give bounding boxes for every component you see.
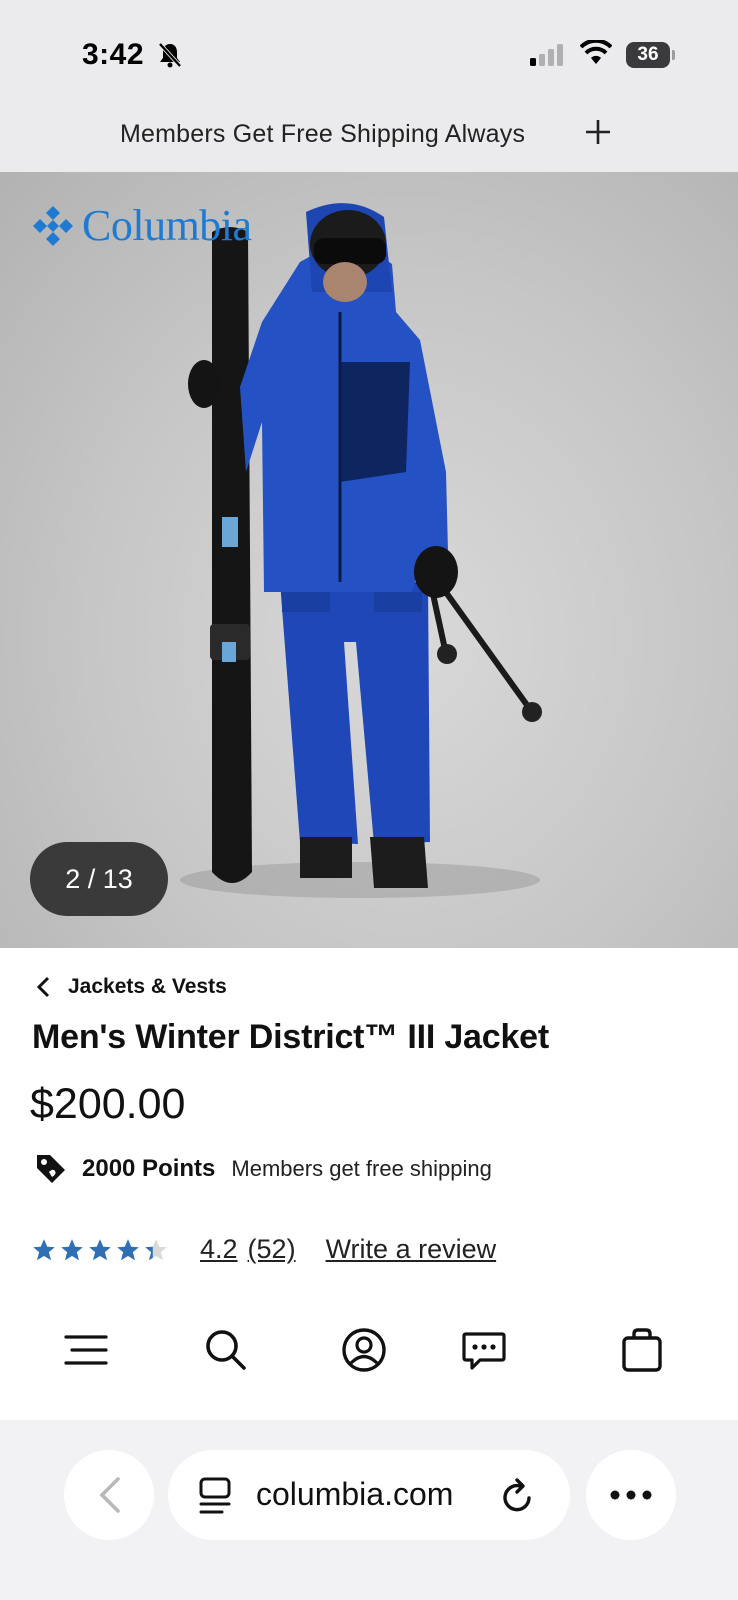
star-icon (61, 1238, 83, 1260)
rating-value-link[interactable]: 4.2 (200, 1234, 238, 1265)
account-icon[interactable] (340, 1326, 388, 1374)
browser-back-button[interactable] (64, 1450, 154, 1540)
battery-level: 36 (637, 44, 659, 65)
signal-icon (530, 44, 563, 66)
logo-text: Columbia (82, 201, 252, 250)
write-review-link[interactable]: Write a review (326, 1234, 497, 1265)
breadcrumb[interactable]: Jackets & Vests (36, 975, 227, 999)
promo-banner[interactable]: Members Get Free Shipping Always (0, 108, 738, 172)
slide-counter: 2 / 13 (30, 842, 168, 916)
search-icon[interactable] (202, 1326, 250, 1374)
chat-icon[interactable] (460, 1326, 508, 1374)
more-icon (610, 1490, 652, 1500)
star-icon (89, 1238, 111, 1260)
breadcrumb-label[interactable]: Jackets & Vests (68, 975, 227, 999)
status-time: 3:42 (82, 38, 145, 71)
reload-icon[interactable] (500, 1476, 536, 1516)
points-value: 2000 Points (82, 1155, 216, 1182)
review-count-link[interactable]: (52) (248, 1234, 296, 1265)
plus-icon[interactable] (584, 118, 612, 146)
bottom-nav (0, 1300, 738, 1400)
bell-slash-icon (158, 42, 182, 68)
product-price: $200.00 (30, 1080, 186, 1128)
star-rating (30, 1237, 170, 1263)
shipping-note: Members get free shipping (231, 1156, 492, 1181)
wifi-icon (580, 40, 612, 64)
points-row: 2000 Points Members get free shipping (34, 1152, 492, 1186)
rating-row[interactable]: 4.2 (52) Write a review (30, 1234, 496, 1265)
diamond-logo-icon (33, 205, 73, 246)
browser-toolbar: columbia.com (0, 1420, 738, 1600)
product-title: Men's Winter District™ III Jacket (32, 1018, 549, 1056)
status-bar: 3:42 36 (0, 0, 738, 108)
star-partial-icon (145, 1238, 167, 1260)
product-photo (180, 203, 542, 898)
product-image-carousel[interactable]: Columbia 2 / 13 (0, 172, 738, 948)
chevron-left-icon (99, 1477, 120, 1513)
columbia-logo: Columbia (30, 200, 252, 251)
star-icon (33, 1238, 55, 1260)
bag-icon[interactable] (618, 1326, 666, 1374)
star-icon (117, 1238, 139, 1260)
menu-icon[interactable] (62, 1326, 110, 1374)
url-text: columbia.com (256, 1476, 454, 1512)
battery-icon: 36 (626, 42, 675, 68)
promo-text: Members Get Free Shipping Always (120, 120, 526, 148)
more-options-button[interactable] (586, 1450, 676, 1540)
battery-cap (672, 50, 675, 60)
chevron-left-icon[interactable] (36, 975, 52, 999)
reader-icon[interactable] (198, 1476, 232, 1516)
address-bar[interactable]: columbia.com (168, 1450, 570, 1540)
tag-icon (37, 1155, 65, 1183)
